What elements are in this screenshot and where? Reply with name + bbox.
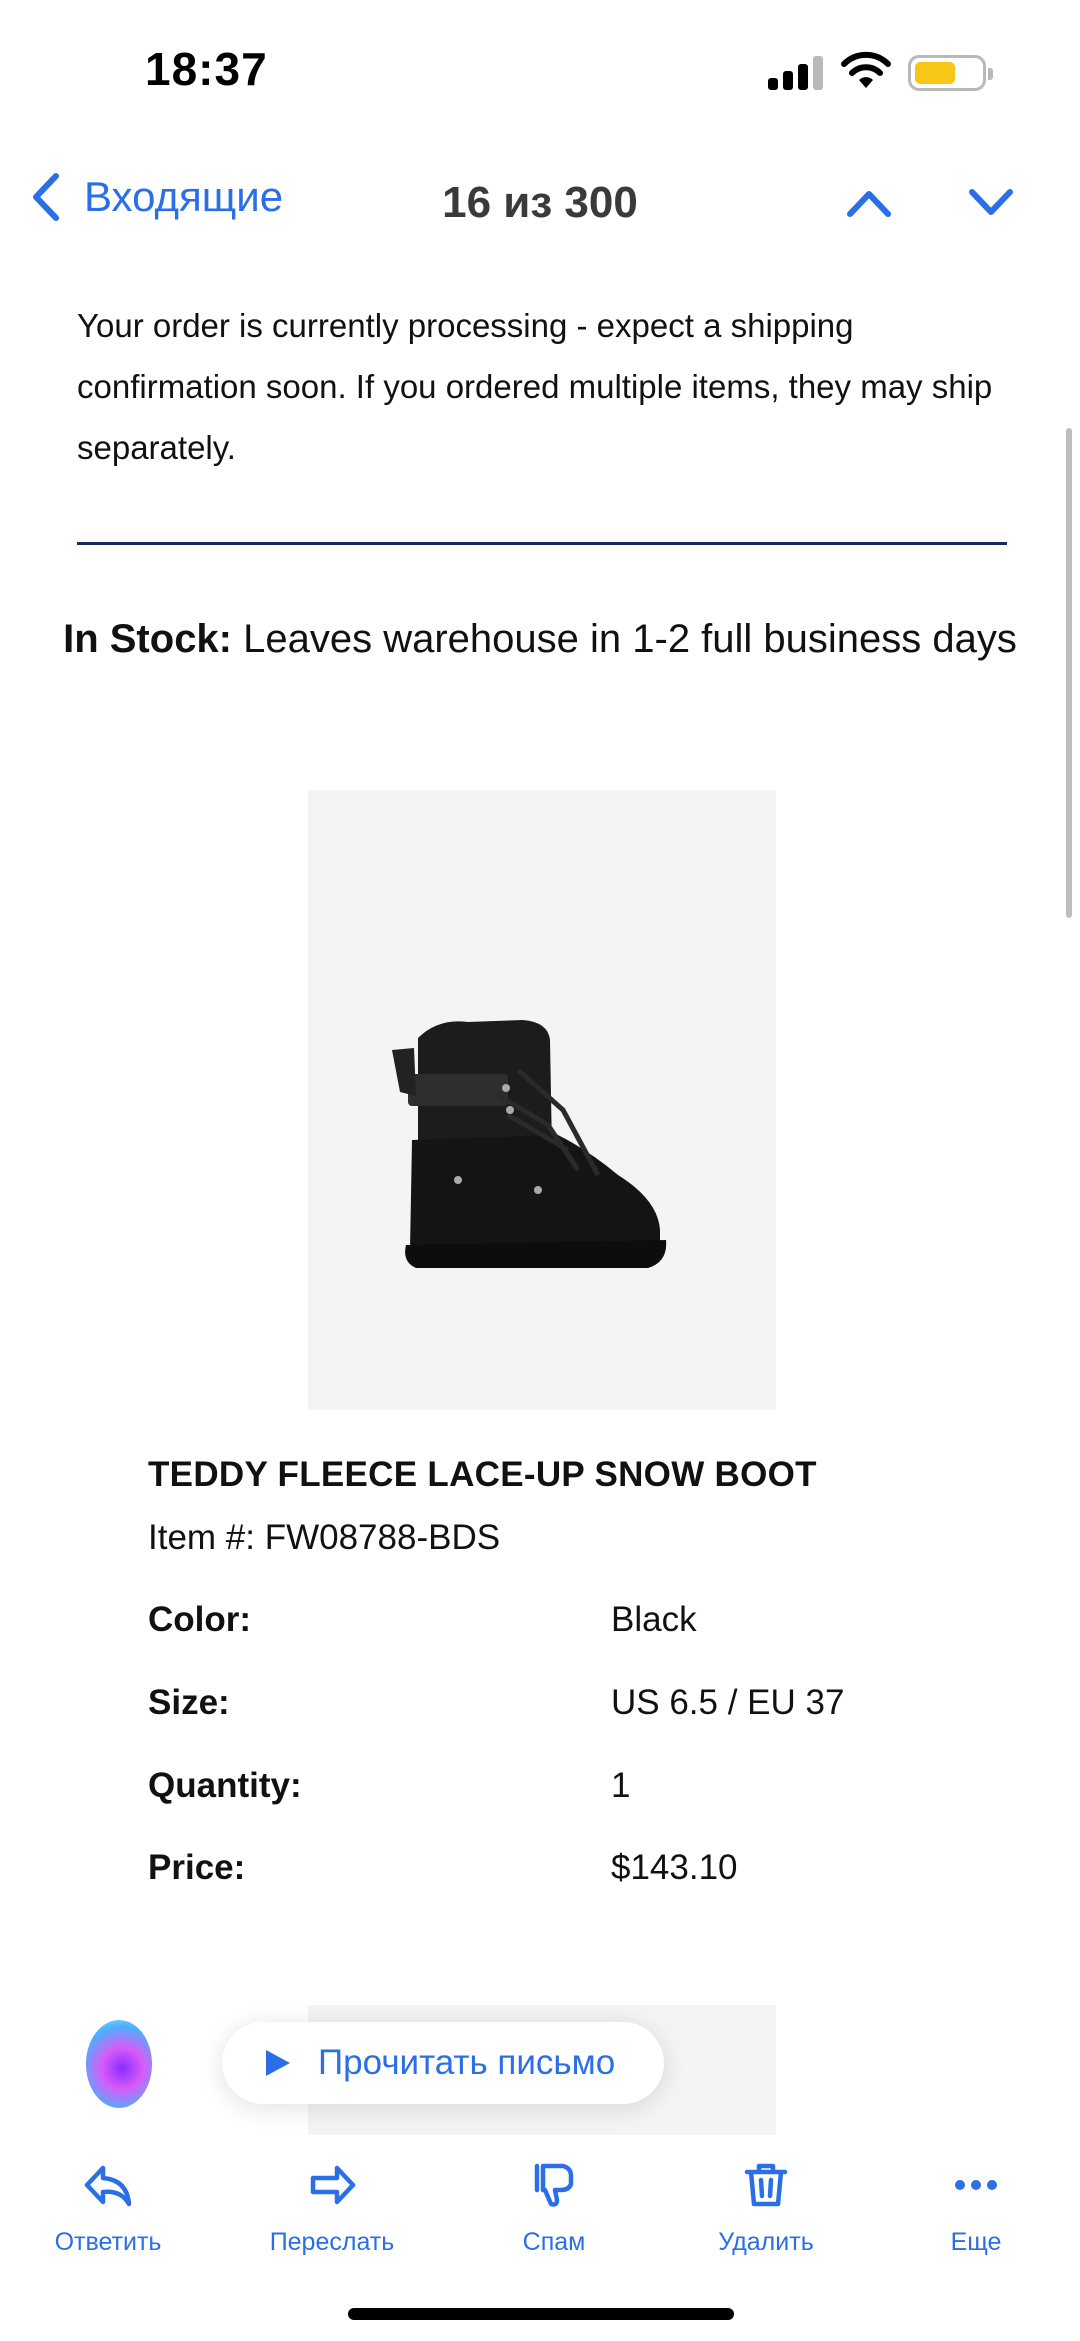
cellular-signal-icon (768, 56, 824, 90)
spec-label: Size: (148, 1683, 230, 1722)
spec-label: Price: (148, 1848, 246, 1887)
battery-icon (908, 55, 993, 91)
ai-assistant-orb-icon[interactable] (86, 2020, 152, 2108)
item-number: Item #: FW08788-BDS (148, 1518, 501, 1557)
more-button[interactable]: Еще (886, 2145, 1066, 2257)
section-divider (77, 542, 1007, 545)
forward-button[interactable]: Переслать (242, 2145, 422, 2257)
more-label: Еще (950, 2228, 1002, 2256)
trash-icon (744, 2163, 788, 2207)
message-counter: 16 из 300 (442, 178, 638, 227)
product-name: TEDDY FLEECE LACE-UP SNOW BOOT (148, 1455, 817, 1494)
spam-button[interactable]: Спам (464, 2145, 644, 2257)
more-dots-icon (955, 2180, 997, 2190)
status-bar: 18:37 (0, 0, 1080, 140)
spec-value: $143.10 (611, 1848, 738, 1887)
spec-value: 1 (611, 1766, 631, 1805)
product-image[interactable] (308, 790, 776, 1410)
delete-button[interactable]: Удалить (676, 2145, 856, 2257)
delete-label: Удалить (718, 2228, 814, 2256)
order-status-text: Your order is currently processing - exp… (77, 307, 993, 466)
stock-status: In Stock: Leaves warehouse in 1-2 full b… (60, 610, 1020, 668)
spec-row-color: Color: Black (148, 1600, 948, 1650)
stock-text: Leaves warehouse in 1-2 full business da… (232, 617, 1017, 661)
reply-label: Ответить (54, 2228, 162, 2256)
wifi-icon (841, 51, 891, 88)
spec-row-size: Size: US 6.5 / EU 37 (148, 1683, 948, 1733)
next-message-chevron-down-icon[interactable] (966, 182, 1016, 222)
bottom-toolbar: Ответить Переслать Спам Удалить Еще (0, 2145, 1080, 2265)
spam-label: Спам (522, 2228, 586, 2256)
forward-arrow-icon (310, 2165, 356, 2205)
reply-arrow-icon (84, 2165, 132, 2207)
read-email-label: Прочитать письмо (318, 2043, 616, 2082)
snow-boot-image (392, 1020, 667, 1268)
reply-button[interactable]: Ответить (18, 2145, 198, 2257)
thumbs-down-icon (534, 2163, 574, 2207)
home-indicator[interactable] (348, 2308, 734, 2320)
forward-label: Переслать (269, 2228, 395, 2256)
spec-row-price: Price: $143.10 (148, 1848, 948, 1898)
spec-label: Color: (148, 1600, 252, 1639)
spec-value: Black (611, 1600, 697, 1639)
scrollbar[interactable] (1066, 428, 1072, 918)
read-email-aloud-button[interactable]: Прочитать письмо (222, 2022, 664, 2104)
spec-row-quantity: Quantity: 1 (148, 1766, 948, 1816)
previous-message-chevron-up-icon[interactable] (844, 182, 894, 222)
mail-nav-header: Входящие 16 из 300 (0, 160, 1080, 250)
play-icon (266, 2050, 290, 2076)
status-time: 18:37 (145, 43, 268, 95)
stock-label: In Stock: (63, 617, 232, 661)
spec-label: Quantity: (148, 1766, 302, 1805)
spec-value: US 6.5 / EU 37 (611, 1683, 845, 1722)
